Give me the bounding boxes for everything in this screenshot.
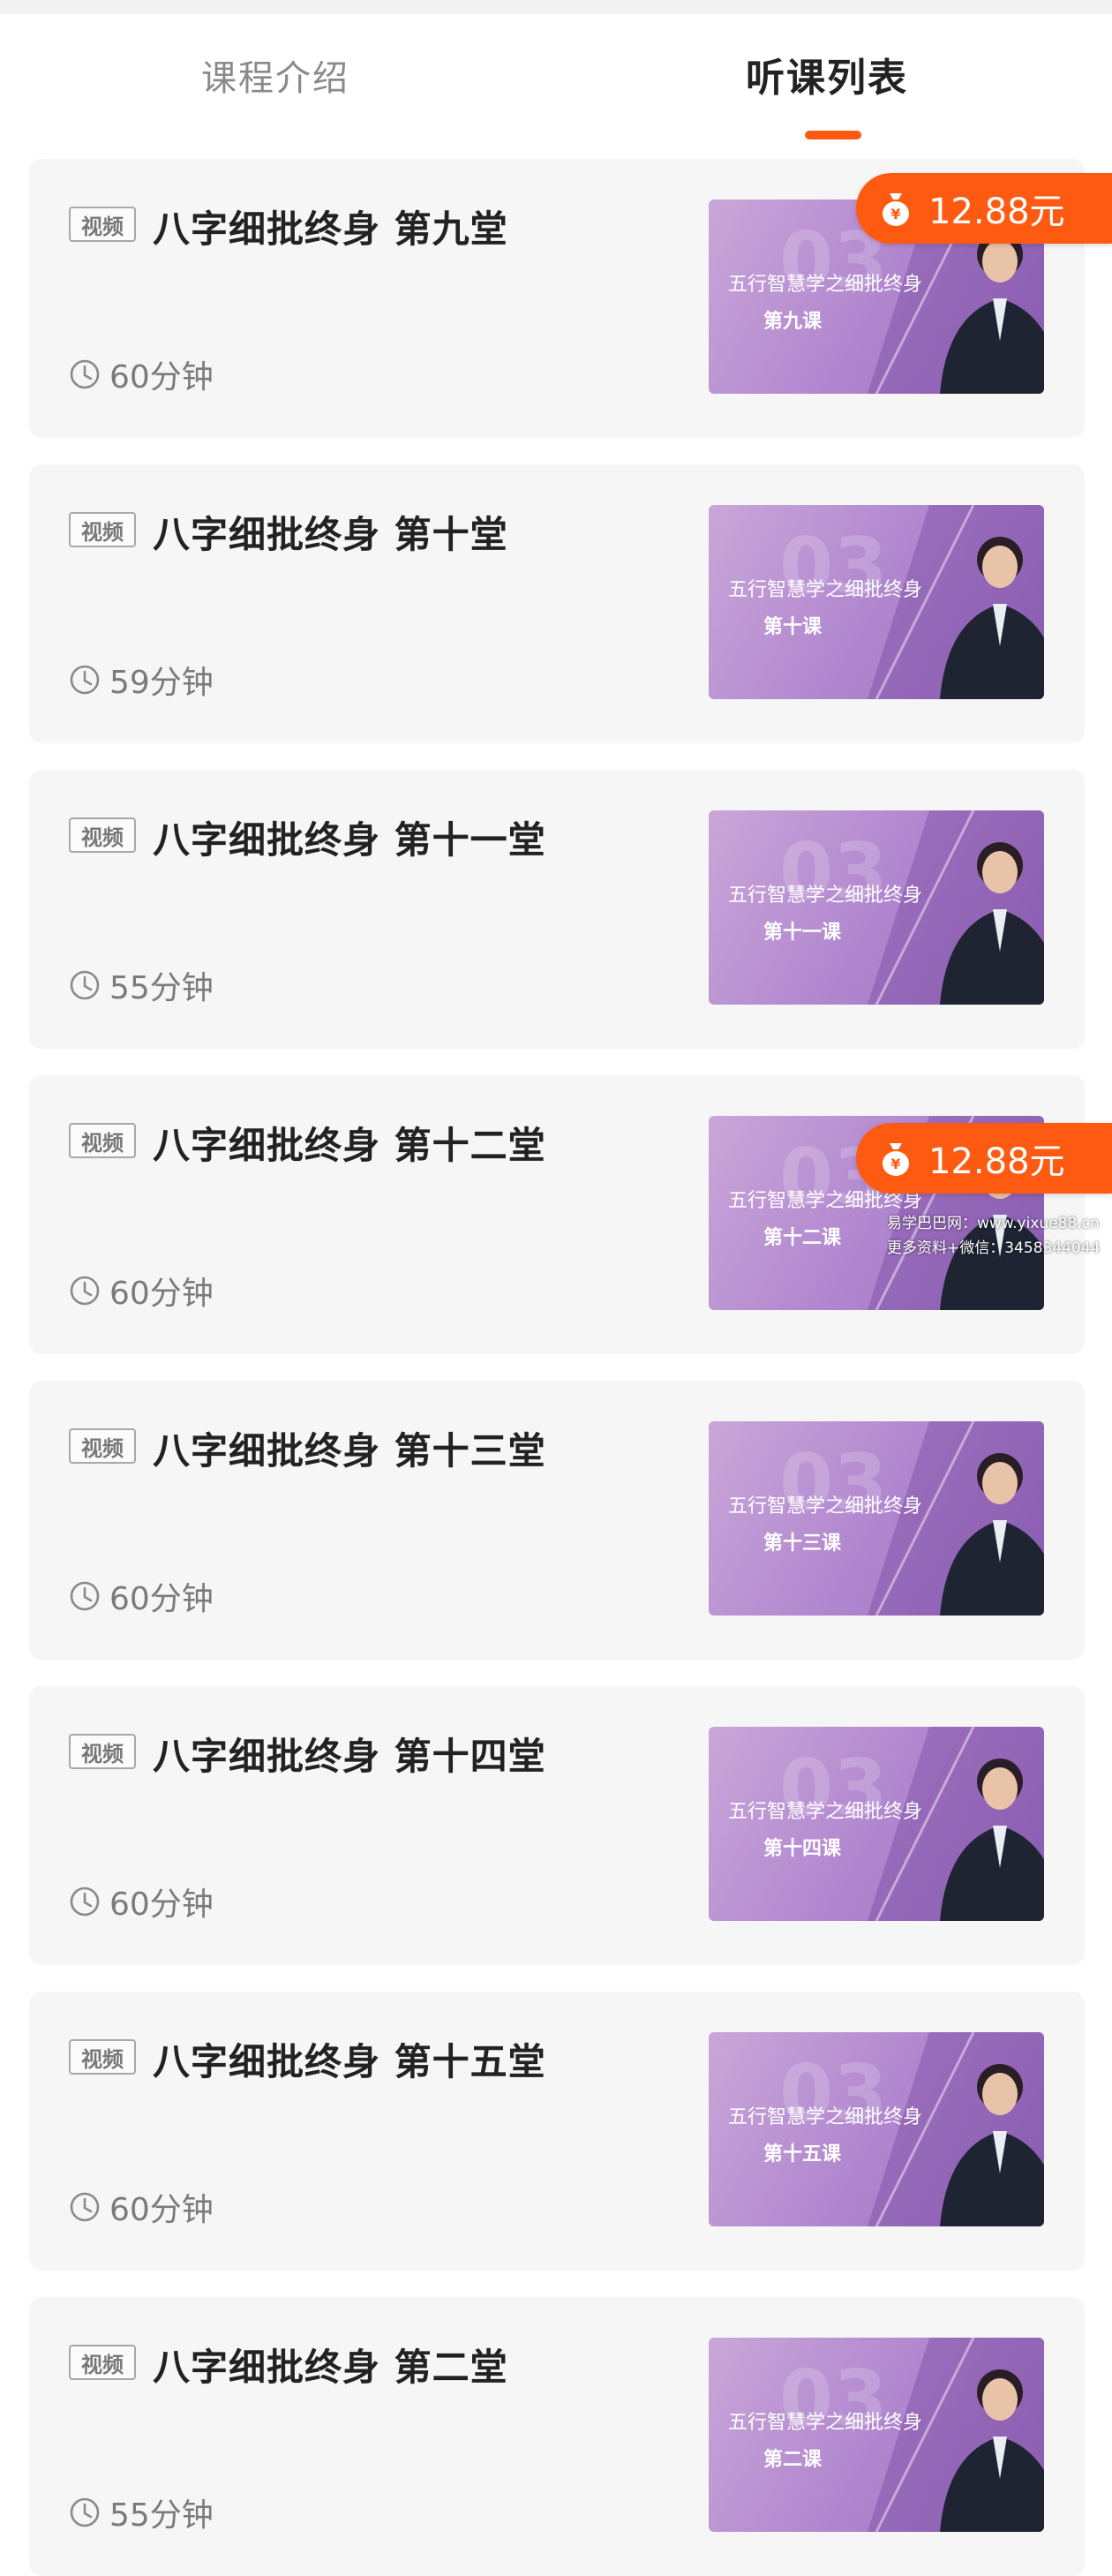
svg-text:¥: ¥ [890,1156,900,1172]
lesson-thumbnail[interactable]: 03 五行智慧学之细批终身 第十四课 [709,1727,1044,1921]
duration-label: 60分钟 [109,1581,214,1617]
video-tag: 视频 [69,817,136,853]
lesson-duration: 60分钟 [69,1573,214,1619]
lesson-card[interactable]: 视频 八字细批终身 第二堂 55分钟 03 五行智慧学之细批终身 第二课 [29,2297,1085,2576]
thumbnail-title: 五行智慧学之细批终身 [728,2412,923,2434]
status-strip [0,0,1112,14]
lesson-duration: 60分钟 [69,2184,214,2230]
thumbnail-title: 五行智慧学之细批终身 [728,2106,923,2128]
lesson-card[interactable]: 视频 八字细批终身 第十三堂 60分钟 03 五行智慧学之细批终身 第十三课 [29,1381,1085,1660]
duration-label: 60分钟 [109,1887,214,1923]
price-badge[interactable]: ¥ 12.88元 [856,173,1112,244]
clock-icon [70,970,100,1000]
lesson-card[interactable]: 视频 八字细批终身 第十五堂 60分钟 03 五行智慧学之细批终身 第十五课 [29,1992,1085,2271]
video-tag: 视频 [69,1428,136,1464]
price-label: 12.88元 [928,192,1065,232]
video-tag: 视频 [69,512,136,547]
watermark-line2: 更多资料+微信：3458344044 [887,1239,1101,1257]
clock-icon [70,359,100,389]
duration-label: 60分钟 [109,359,214,395]
thumbnail-lesson: 第十五课 [763,2143,842,2165]
video-tag: 视频 [69,2039,136,2075]
thumbnail-lesson: 第十二课 [763,1227,842,1249]
duration-label: 55分钟 [109,2497,214,2534]
lesson-card[interactable]: 视频 八字细批终身 第十堂 59分钟 03 五行智慧学之细批终身 第十课 [29,464,1085,743]
lesson-title[interactable]: 八字细批终身 第二堂 [153,2338,508,2391]
thumbnail-lesson: 第十一课 [763,922,842,944]
lesson-title[interactable]: 八字细批终身 第十五堂 [153,2032,546,2086]
active-tab-indicator [805,131,861,139]
price-badge[interactable]: ¥ 12.88元 [856,1123,1112,1194]
lesson-duration: 60分钟 [69,1268,214,1314]
clock-icon [70,1276,100,1306]
price-label: 12.88元 [928,1141,1065,1182]
lesson-duration: 60分钟 [69,1879,214,1924]
lesson-thumbnail[interactable]: 03 五行智慧学之细批终身 第十一课 [709,810,1044,1005]
video-tag: 视频 [69,207,136,242]
thumbnail-lesson: 第十课 [763,616,823,638]
lesson-duration: 55分钟 [69,962,214,1008]
video-tag: 视频 [69,1123,136,1158]
thumbnail-lesson: 第十四课 [763,1838,842,1860]
thumbnail-title: 五行智慧学之细批终身 [728,1801,923,1823]
money-bag-icon: ¥ [883,1143,909,1176]
clock-icon [70,2497,100,2527]
lesson-thumbnail[interactable]: 03 五行智慧学之细批终身 第十五课 [709,2032,1044,2226]
thumbnail-title: 五行智慧学之细批终身 [728,579,923,601]
lesson-title[interactable]: 八字细批终身 第十堂 [153,505,508,559]
lesson-title[interactable]: 八字细批终身 第十一堂 [153,810,546,864]
clock-icon [70,1581,100,1611]
tab-bar: 课程介绍 听课列表 [0,14,1112,147]
lesson-title[interactable]: 八字细批终身 第十三堂 [153,1421,546,1475]
thumbnail-title: 五行智慧学之细批终身 [728,1495,923,1518]
lesson-card[interactable]: 视频 八字细批终身 第十四堂 60分钟 03 五行智慧学之细批终身 第十四课 [29,1686,1085,1965]
video-tag: 视频 [69,2345,136,2380]
duration-label: 60分钟 [109,1276,214,1312]
thumbnail-lesson: 第十三课 [763,1533,842,1555]
thumbnail-lesson: 第二课 [763,2449,823,2471]
lesson-title[interactable]: 八字细批终身 第九堂 [153,200,508,253]
thumbnail-title: 五行智慧学之细批终身 [728,274,923,296]
lesson-thumbnail[interactable]: 03 五行智慧学之细批终身 第二课 [709,2338,1044,2532]
lesson-duration: 59分钟 [69,657,214,703]
tab-lesson-list[interactable]: 听课列表 [746,46,1112,102]
svg-text:¥: ¥ [890,206,900,222]
lesson-duration: 60分钟 [69,351,214,397]
clock-icon [70,2192,100,2222]
lesson-thumbnail[interactable]: 03 五行智慧学之细批终身 第十课 [709,505,1044,699]
money-bag-icon: ¥ [883,193,909,226]
clock-icon [70,1887,100,1917]
lesson-title[interactable]: 八字细批终身 第十四堂 [153,1727,546,1781]
tab-course-intro[interactable]: 课程介绍 [201,49,349,101]
video-tag: 视频 [69,1734,136,1769]
thumbnail-title: 五行智慧学之细批终身 [728,885,923,907]
thumbnail-lesson: 第九课 [763,311,823,333]
watermark-line1: 易学巴巴网：www.yixue88.cn [887,1215,1100,1232]
clock-icon [70,665,100,695]
duration-label: 60分钟 [109,2192,214,2228]
lesson-title[interactable]: 八字细批终身 第十二堂 [153,1116,546,1170]
duration-label: 59分钟 [109,665,214,701]
watermark: 易学巴巴网：www.yixue88.cn 更多资料+微信：3458344044 [887,1211,1100,1261]
lesson-card[interactable]: 视频 八字细批终身 第十一堂 55分钟 03 五行智慧学之细批终身 第十一课 [29,770,1085,1049]
lesson-thumbnail[interactable]: 03 五行智慧学之细批终身 第十三课 [709,1421,1044,1616]
duration-label: 55分钟 [109,970,214,1006]
lesson-duration: 55分钟 [69,2489,214,2535]
